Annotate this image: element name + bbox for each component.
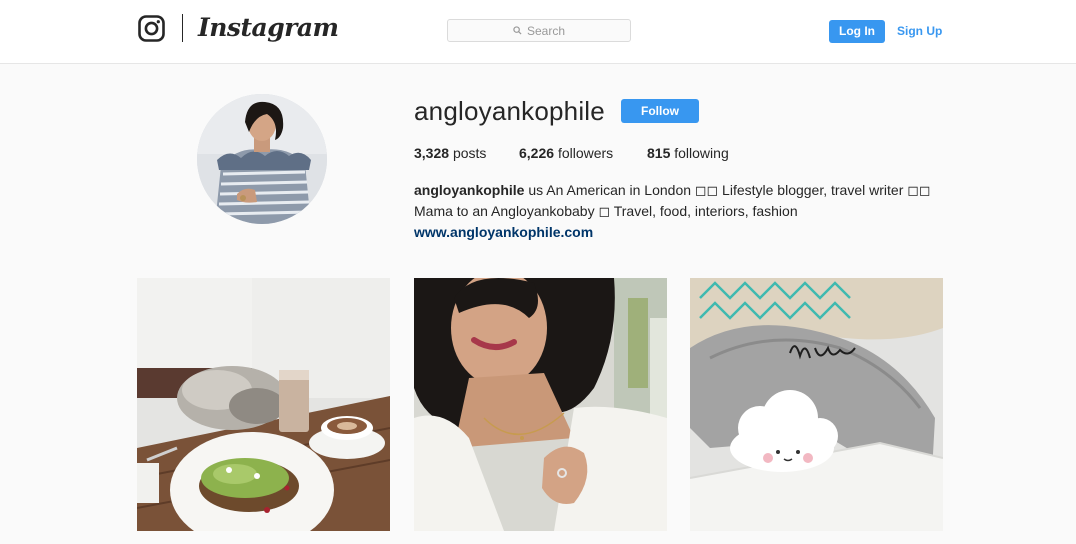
- post-image-cloud-lamp: [690, 278, 943, 531]
- avatar-photo: [197, 94, 327, 224]
- followers-value: 6,226: [519, 145, 555, 161]
- website-link[interactable]: www.angloyankophile.com: [414, 222, 934, 243]
- post-thumbnail-2[interactable]: [414, 278, 667, 531]
- post-image-portrait: [414, 278, 667, 531]
- bio-line-1: us An American in London ◻◻ Lifestyle bl…: [528, 182, 931, 198]
- posts-count: 3,328 posts: [414, 145, 486, 161]
- bio-name: angloyankophile: [414, 182, 525, 198]
- instagram-camera-icon[interactable]: [138, 15, 165, 42]
- instagram-wordmark[interactable]: Instagram: [198, 13, 339, 42]
- profile-username: angloyankophile: [414, 96, 605, 126]
- search-placeholder: Search: [526, 23, 566, 38]
- following-value: 815: [647, 145, 671, 161]
- followers-label: followers: [557, 145, 614, 161]
- follow-button[interactable]: Follow: [621, 99, 699, 123]
- bio-line-2: Mama to an Angloyankobaby ◻ Travel, food…: [414, 203, 798, 219]
- post-image-food: [137, 278, 390, 531]
- search-icon: [513, 26, 522, 35]
- followers-count[interactable]: 6,226 followers: [519, 145, 613, 161]
- logo-divider: [182, 14, 183, 42]
- log-in-button[interactable]: Log In: [829, 20, 885, 43]
- search-input[interactable]: Search: [447, 19, 631, 42]
- posts-label: posts: [452, 145, 487, 161]
- following-count[interactable]: 815 following: [647, 145, 729, 161]
- top-navigation-bar: Instagram Search Log In Sign Up: [0, 0, 1076, 64]
- posts-value: 3,328: [414, 145, 450, 161]
- following-label: following: [674, 145, 729, 161]
- post-thumbnail-3[interactable]: [690, 278, 943, 531]
- profile-avatar[interactable]: [197, 94, 327, 224]
- sign-up-link[interactable]: Sign Up: [897, 20, 942, 43]
- post-thumbnail-1[interactable]: [137, 278, 390, 531]
- profile-bio: angloyankophile us An American in London…: [414, 180, 934, 243]
